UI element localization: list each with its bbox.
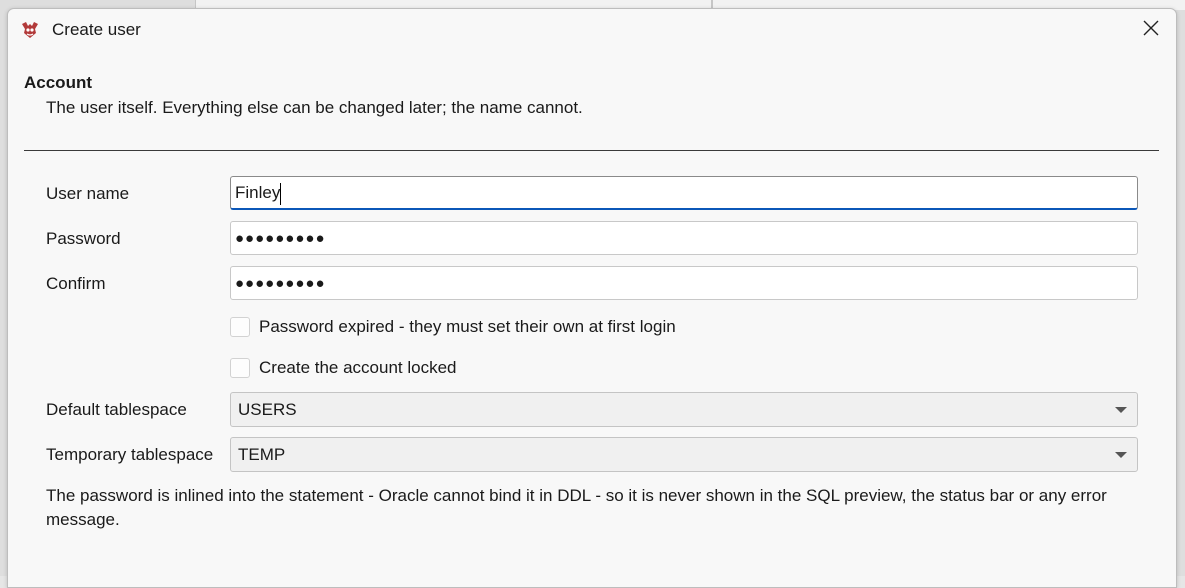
create-user-dialog: Create user Account The user itself. Eve… [7,8,1177,588]
default-tablespace-label: Default tablespace [46,400,187,419]
app-logo-icon [20,21,40,39]
account-locked-label[interactable]: Create the account locked [259,358,457,378]
default-tablespace-select[interactable]: USERS [230,392,1138,427]
password-mask: ●●●●●●●●● [235,230,326,247]
password-input[interactable]: ●●●●●●●●● [230,221,1138,255]
password-expired-label[interactable]: Password expired - they must set their o… [259,317,676,337]
dialog-title: Create user [52,20,141,39]
temporary-tablespace-value: TEMP [238,445,286,464]
password-label: Password [46,229,121,248]
chevron-down-icon [1115,452,1127,458]
account-locked-checkbox[interactable] [230,358,250,378]
confirm-label: Confirm [46,274,106,293]
password-expired-checkbox[interactable] [230,317,250,337]
text-caret [280,182,282,205]
close-button[interactable] [1134,15,1168,45]
title-bar[interactable]: Create user [8,9,1176,51]
section-divider [24,150,1159,151]
default-tablespace-value: USERS [238,400,297,419]
password-expired-row[interactable]: Password expired - they must set their o… [230,316,676,338]
temporary-tablespace-label: Temporary tablespace [46,445,214,464]
username-input[interactable]: Finley [230,176,1138,210]
account-locked-row[interactable]: Create the account locked [230,357,457,379]
confirm-password-input[interactable]: ●●●●●●●●● [230,266,1138,300]
section-title: Account [24,73,92,92]
username-label: User name [46,184,130,203]
username-value: Finley [235,183,281,202]
close-icon [1142,19,1160,42]
confirm-mask: ●●●●●●●●● [235,275,326,292]
chevron-down-icon [1115,407,1127,413]
section-description: The user itself. Everything else can be … [46,98,583,117]
temporary-tablespace-select[interactable]: TEMP [230,437,1138,472]
password-footnote: The password is inlined into the stateme… [46,486,1107,529]
